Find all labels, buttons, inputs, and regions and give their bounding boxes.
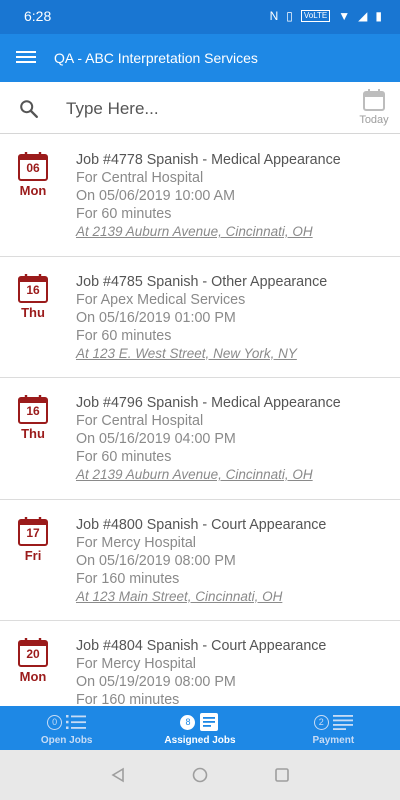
today-label: Today bbox=[359, 114, 389, 126]
job-date: 16 Thu bbox=[16, 273, 50, 320]
home-icon[interactable] bbox=[192, 767, 208, 783]
job-title: Job #4785 Spanish - Other Appearance bbox=[76, 273, 328, 290]
job-date-number: 16 bbox=[26, 404, 40, 418]
search-icon[interactable] bbox=[18, 98, 40, 120]
job-duration: For 160 minutes bbox=[76, 570, 180, 587]
job-list-item[interactable]: 16 Thu Job #4796 Spanish - Medical Appea… bbox=[0, 378, 400, 500]
job-client: For Central Hospital bbox=[76, 170, 204, 186]
status-icons: N ▯ VoLTE ▼ ◢ ▮ bbox=[270, 8, 382, 24]
payment-count-badge: 2 bbox=[313, 714, 329, 730]
tab-label: Assigned Jobs bbox=[164, 735, 236, 746]
search-bar: Today bbox=[0, 82, 400, 134]
search-input[interactable] bbox=[66, 94, 336, 124]
job-list-item[interactable]: 17 Fri Job #4800 Spanish - Court Appeara… bbox=[0, 500, 400, 621]
job-weekday: Thu bbox=[21, 426, 45, 441]
job-weekday: Thu bbox=[21, 304, 45, 320]
job-details: Job #4778 Spanish - Medical Appearance F… bbox=[76, 151, 394, 241]
job-date: 16 Thu bbox=[16, 394, 50, 441]
job-details: Job #4800 Spanish - Court Appearance For… bbox=[76, 516, 394, 606]
job-duration: For 60 minutes bbox=[76, 327, 172, 344]
assignment-icon bbox=[200, 713, 219, 731]
job-date-number: 17 bbox=[26, 525, 40, 540]
job-list-item[interactable]: 16 Thu Job #4785 Spanish - Other Appeara… bbox=[0, 257, 400, 378]
job-datetime: On 05/16/2019 08:00 PM bbox=[76, 552, 236, 569]
job-weekday: Fri bbox=[24, 547, 42, 563]
job-details: Job #4804 Spanish - Court Appearance For… bbox=[76, 637, 394, 706]
job-title: Job #4796 Spanish - Medical Appearance bbox=[76, 395, 341, 411]
job-datetime: On 05/16/2019 04:00 PM bbox=[76, 431, 236, 447]
job-date: 20 Mon bbox=[16, 637, 50, 684]
job-date-number: 16 bbox=[26, 282, 40, 297]
status-bar: 6:28 N ▯ VoLTE ▼ ◢ ▮ bbox=[0, 0, 400, 34]
tab-open-jobs[interactable]: 0 Open Jobs bbox=[0, 706, 133, 750]
job-list: 06 Mon Job #4778 Spanish - Medical Appea… bbox=[0, 135, 400, 706]
job-client: For Apex Medical Services bbox=[76, 291, 246, 308]
job-list-item[interactable]: 20 Mon Job #4804 Spanish - Court Appeara… bbox=[0, 621, 400, 706]
job-address-link[interactable]: At 123 E. West Street, New York, NY bbox=[76, 345, 394, 363]
job-details: Job #4785 Spanish - Other Appearance For… bbox=[76, 273, 394, 363]
job-title: Job #4804 Spanish - Court Appearance bbox=[76, 638, 327, 654]
calendar-icon: 06 bbox=[17, 151, 49, 181]
tab-assigned-jobs[interactable]: 8 Assigned Jobs bbox=[133, 706, 266, 750]
nfc-icon: N bbox=[269, 9, 279, 23]
notes-icon bbox=[332, 715, 353, 730]
job-list-item[interactable]: 06 Mon Job #4778 Spanish - Medical Appea… bbox=[0, 135, 400, 257]
job-details: Job #4796 Spanish - Medical Appearance F… bbox=[76, 394, 394, 484]
tab-payment[interactable]: 2 Payment bbox=[267, 706, 400, 750]
calendar-icon: 17 bbox=[17, 516, 49, 546]
volte-badge: VoLTE bbox=[300, 10, 331, 22]
list-icon bbox=[66, 715, 87, 729]
today-button[interactable]: Today bbox=[356, 88, 392, 126]
job-client: For Mercy Hospital bbox=[76, 534, 196, 551]
job-date: 06 Mon bbox=[16, 151, 50, 198]
job-datetime: On 05/06/2019 10:00 AM bbox=[76, 188, 235, 204]
vibrate-icon: ▯ bbox=[286, 9, 293, 23]
job-address-link[interactable]: At 2139 Auburn Avenue, Cincinnati, OH bbox=[76, 466, 394, 484]
job-datetime: On 05/19/2019 08:00 PM bbox=[76, 674, 236, 690]
bottom-nav: 0 Open Jobs 8 Assigned Jobs 2 Payment bbox=[0, 706, 400, 750]
job-duration: For 160 minutes bbox=[76, 692, 180, 706]
job-client: For Mercy Hospital bbox=[76, 656, 196, 672]
recents-icon[interactable] bbox=[274, 767, 290, 783]
tab-label: Payment bbox=[312, 735, 355, 746]
job-title: Job #4778 Spanish - Medical Appearance bbox=[76, 152, 341, 168]
job-weekday: Mon bbox=[19, 183, 47, 198]
wifi-icon: ▼ bbox=[338, 9, 351, 23]
system-nav-bar bbox=[0, 750, 400, 800]
job-datetime: On 05/16/2019 01:00 PM bbox=[76, 309, 236, 326]
app-bar: QA - ABC Interpretation Services bbox=[0, 34, 400, 82]
job-weekday: Mon bbox=[19, 669, 47, 684]
job-date: 17 Fri bbox=[16, 516, 50, 563]
menu-icon[interactable] bbox=[16, 48, 36, 68]
calendar-icon: 16 bbox=[17, 273, 49, 303]
job-duration: For 60 minutes bbox=[76, 206, 172, 222]
tab-label: Open Jobs bbox=[40, 735, 93, 746]
job-date-number: 20 bbox=[26, 647, 40, 661]
open-jobs-count-badge: 0 bbox=[47, 714, 63, 730]
calendar-today-icon bbox=[363, 89, 385, 111]
job-date-number: 06 bbox=[26, 161, 40, 175]
signal-icon: ◢ bbox=[358, 9, 368, 23]
status-time: 6:28 bbox=[24, 8, 52, 24]
battery-icon: ▮ bbox=[375, 9, 382, 23]
app-title: QA - ABC Interpretation Services bbox=[54, 50, 258, 66]
job-client: For Central Hospital bbox=[76, 413, 204, 429]
job-duration: For 60 minutes bbox=[76, 449, 172, 465]
assigned-jobs-count-badge: 8 bbox=[180, 714, 196, 730]
back-icon[interactable] bbox=[110, 767, 126, 783]
job-address-link[interactable]: At 2139 Auburn Avenue, Cincinnati, OH bbox=[76, 223, 394, 241]
calendar-icon: 20 bbox=[17, 637, 49, 667]
job-title: Job #4800 Spanish - Court Appearance bbox=[76, 516, 327, 533]
job-address-link[interactable]: At 123 Main Street, Cincinnati, OH bbox=[76, 588, 394, 606]
calendar-icon: 16 bbox=[17, 394, 49, 424]
